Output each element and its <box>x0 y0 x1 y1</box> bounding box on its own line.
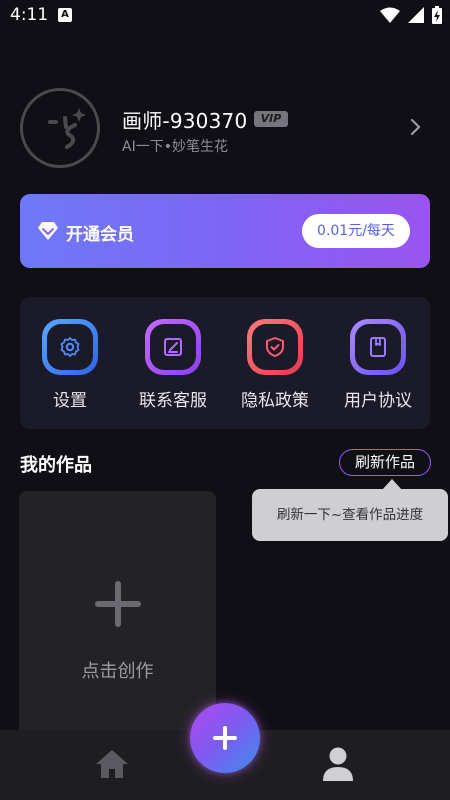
status-icons <box>380 6 442 28</box>
home-icon[interactable] <box>95 748 129 784</box>
refresh-works-button[interactable]: 刷新作品 <box>339 449 431 476</box>
create-work-label: 点击创作 <box>81 661 154 682</box>
user-icon[interactable] <box>322 746 354 786</box>
menu-item-agreement[interactable]: 用户协议 <box>338 319 418 419</box>
chevron-right-icon[interactable] <box>410 118 422 140</box>
user-subtitle: AI一下•妙笔生花 <box>122 139 228 155</box>
menu-item-settings[interactable]: 设置 <box>30 319 110 419</box>
status-bar: 4:11 A <box>0 0 450 32</box>
signal-icon <box>408 7 424 27</box>
menu-label-agreement: 用户协议 <box>344 391 412 411</box>
create-work-card[interactable]: 点击创作 <box>19 491 216 751</box>
winking-face-icon <box>48 108 86 149</box>
menu-label-settings: 设置 <box>53 391 87 411</box>
diamond-icon <box>37 221 59 245</box>
vip-badge: VIP <box>254 111 288 127</box>
works-title: 我的作品 <box>20 455 92 476</box>
battery-charging-icon <box>432 6 442 28</box>
edit-icon <box>145 319 201 375</box>
status-time: 4:11 <box>10 5 49 25</box>
notification-a-icon: A <box>58 8 72 22</box>
shield-icon <box>247 319 303 375</box>
vip-price-button[interactable]: 0.01元/每天 <box>302 214 410 248</box>
bookmark-icon <box>350 319 406 375</box>
add-icon[interactable] <box>190 703 260 773</box>
plus-icon <box>95 581 141 631</box>
username: 画师-930370 <box>122 109 248 133</box>
wifi-icon <box>380 7 400 27</box>
menu-label-privacy: 隐私政策 <box>241 391 309 411</box>
menu-item-support[interactable]: 联系客服 <box>133 319 213 419</box>
vip-title: 开通会员 <box>66 225 134 245</box>
refresh-tooltip: 刷新一下~查看作品进度 <box>252 489 448 541</box>
menu-card: 设置 联系客服 隐私政策 用户协议 <box>20 297 430 429</box>
menu-label-support: 联系客服 <box>139 391 207 411</box>
gear-icon <box>42 319 98 375</box>
menu-item-privacy[interactable]: 隐私政策 <box>235 319 315 419</box>
avatar[interactable] <box>20 88 100 168</box>
vip-banner[interactable]: 开通会员 0.01元/每天 <box>20 194 430 268</box>
profile-header[interactable]: 画师-930370 VIP AI一下•妙笔生花 <box>20 88 430 168</box>
